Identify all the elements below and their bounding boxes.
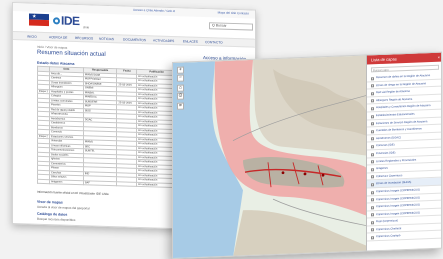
table-note: Información fuente oficial en El Visuali… (37, 189, 109, 197)
layer-label: Comunas (IDE) (376, 143, 395, 148)
nav-item-enlaces[interactable]: ENLACES (183, 39, 198, 43)
layer-label: Estaciones de Servicio Región de Atacama (376, 119, 428, 125)
layer-checkbox[interactable] (371, 107, 374, 111)
layer-checkbox[interactable] (371, 190, 374, 194)
layer-label: Cuarteles de Bomberos y Carabineros (376, 127, 422, 133)
layer-checkbox[interactable] (371, 198, 374, 202)
nav-item-acerca[interactable]: ACERCA DE (49, 35, 67, 40)
layer-checkbox[interactable] (371, 205, 374, 210)
layer-checkbox[interactable] (371, 213, 374, 217)
layer-checkbox[interactable] (371, 145, 374, 149)
layer-label: Resumen de daños en la Región de Atacama (376, 74, 431, 80)
page-title: Resumen situación actual (37, 49, 106, 58)
layer-label: Red vial Región de Atacama (376, 90, 410, 95)
layer-label: Copernicus Chañaral (376, 227, 402, 232)
nav-item-actividades[interactable]: ACTIVIDADES (153, 38, 174, 43)
layer-item[interactable]: Copernicus Copiapó (367, 231, 442, 242)
layer-label: Zonas de Inundación (SHOA) (376, 181, 412, 186)
zoom-in-button[interactable]: + (177, 66, 184, 74)
top-strip: Acceso a Chile Atiende / Gob.cl Mapa del… (13, 3, 255, 19)
nav-item-noticias[interactable]: NOTICIAS (99, 37, 114, 41)
layer-label: Flujo (Copernicus) (376, 219, 398, 224)
site-search-input[interactable]: Q Buscar (209, 22, 253, 31)
layer-label: Copernicus Imagen (COPERNICUS) (376, 211, 420, 216)
layer-checkbox[interactable] (371, 122, 374, 126)
zoom-out-button[interactable]: − (177, 74, 184, 82)
ide-logo-icon (53, 17, 60, 25)
layer-label: Cobertura Copernicus (376, 173, 403, 178)
layer-label: Copernicus Imagen (COPERNICUS) (376, 188, 420, 194)
utility-links[interactable]: Mapa del sitio Contacto (218, 10, 249, 15)
layer-checkbox[interactable] (371, 137, 374, 141)
layers-panel-title: Lista de capas (371, 56, 397, 63)
star-icon: ★ (32, 13, 37, 20)
status-table: Dato Responsable Fecha Publicación Área … (37, 66, 177, 188)
layer-checkbox[interactable] (371, 99, 374, 103)
layer-checkbox[interactable] (371, 152, 374, 156)
layer-list: Resumen de daños en la Región de Atacama… (367, 71, 442, 242)
layer-checkbox[interactable] (371, 129, 374, 134)
layer-label: Zonas de riesgo en la Región de Atacama (376, 81, 427, 87)
viewer-section-title[interactable]: Visor de mapas (37, 200, 63, 205)
layer-label: Imágenes (376, 166, 388, 171)
layer-checkbox[interactable] (371, 160, 374, 164)
layer-label: Límites Regionales y Provinciales (376, 158, 417, 163)
table-cell: En actualización (136, 181, 177, 188)
layer-checkbox[interactable] (371, 84, 374, 88)
nav-item-recursos[interactable]: RECURSOS (75, 36, 93, 41)
layers-icon[interactable]: ≡ (177, 102, 184, 110)
layer-label: Provincias (IDE) (376, 151, 396, 156)
screenshot-stage: Acceso a Chile Atiende / Gob.cl Mapa del… (0, 0, 443, 259)
layer-checkbox[interactable] (371, 167, 374, 172)
nav-item-inicio[interactable]: INICIO (27, 34, 37, 38)
map-viewer-window: + − ⌂ ⊙ ≡ Lista de capas × Buscar capa R… (172, 51, 442, 259)
ide-logo-sub: chile (83, 25, 90, 30)
layer-label: Copernicus Imagen (COPERNICUS) (376, 195, 420, 201)
layer-checkbox[interactable] (371, 236, 374, 240)
layer-checkbox[interactable] (371, 175, 374, 179)
nav-item-contacto[interactable]: CONTACTO (205, 40, 223, 45)
gobierno-logo[interactable]: ★ (29, 13, 49, 27)
viewer-section-text: Acceda al visor de mapas del geoportal (37, 204, 90, 211)
table-cell: SAF (83, 180, 117, 186)
home-icon[interactable]: ⌂ (177, 84, 184, 92)
layer-label: Establecimientos Educacionales (376, 112, 415, 118)
layer-checkbox[interactable] (371, 114, 374, 118)
layer-checkbox[interactable] (371, 76, 374, 80)
layer-label: Copernicus Copiapó (376, 234, 401, 239)
layer-checkbox[interactable] (371, 228, 374, 232)
layer-label: Albergues Región de Atacama (376, 97, 413, 102)
table-cell (116, 181, 137, 187)
close-icon[interactable]: × (438, 53, 440, 62)
ide-logo[interactable]: IDE (53, 13, 80, 28)
locate-icon[interactable]: ⊙ (177, 92, 184, 100)
nav-item-documentos[interactable]: DOCUMENTOS (123, 37, 146, 42)
layer-checkbox[interactable] (371, 183, 374, 187)
layers-panel: Lista de capas × Buscar capa Resumen de … (366, 52, 442, 253)
table-cell (37, 178, 50, 184)
layer-label: Hospitales y Consultorios Región de Atac… (376, 104, 431, 110)
layers-panel-header: Lista de capas × (367, 52, 442, 65)
layer-checkbox[interactable] (371, 92, 374, 96)
layer-label: Copernicus Imagen (COPERNICUS) (376, 203, 420, 209)
catalog-section-text: Busque recursos disponibles (37, 216, 76, 222)
layer-label: Aeródromos (DGAC) (376, 135, 401, 140)
table-cell: Imágenes (49, 179, 84, 185)
layer-checkbox[interactable] (371, 221, 374, 225)
gov-link[interactable]: Acceso a Chile Atiende / Gob.cl (133, 8, 175, 13)
table-body: Área de... MINVU/DOM En actualización Camin… (37, 70, 177, 188)
